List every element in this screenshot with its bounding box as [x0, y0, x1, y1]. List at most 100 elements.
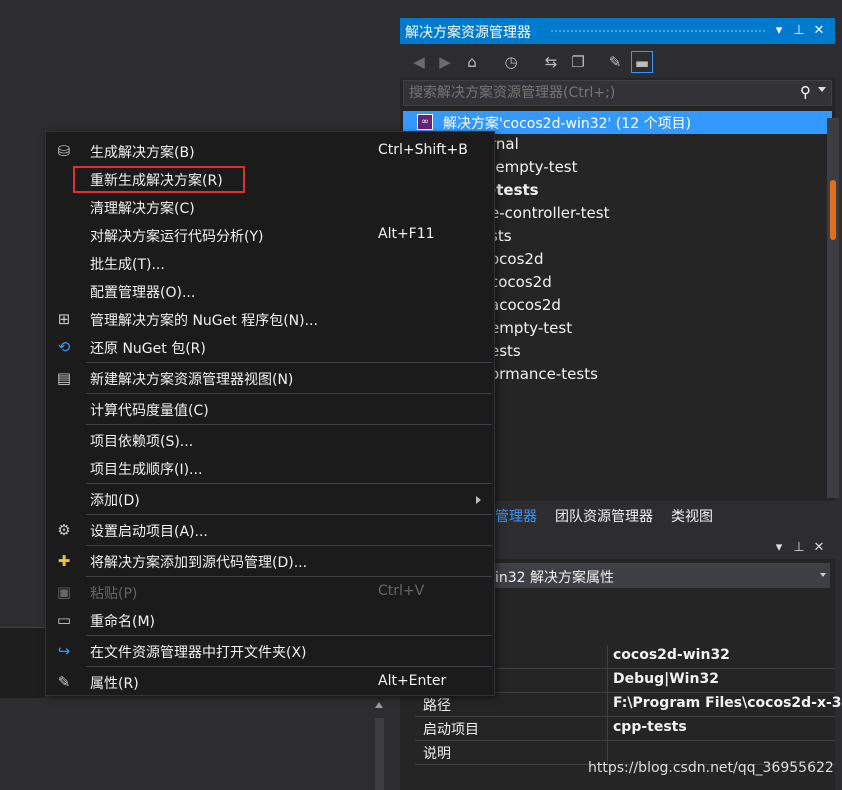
menu-item-restore-nuget[interactable]: ⟲ 还原 NuGet 包(R) [46, 333, 494, 361]
forward-icon[interactable]: ▶ [434, 51, 456, 73]
solution-search-box[interactable]: ⚲ [403, 80, 832, 106]
red-highlight-box [73, 166, 245, 193]
property-key: 说明 [423, 746, 451, 762]
menu-item-shortcut: Ctrl+Shift+B [378, 142, 468, 158]
project-item[interactable]: ocos2d [490, 250, 543, 273]
menu-item-set-startup[interactable]: ⚙ 设置启动项目(A)... [46, 516, 494, 544]
menu-separator [86, 483, 492, 484]
search-options-dropdown-icon[interactable] [818, 87, 826, 92]
menu-item-rename[interactable]: ▭ 重命名(M) [46, 606, 494, 634]
menu-item-label: 项目依赖项(S)... [90, 434, 194, 450]
scroll-up-arrow-icon[interactable] [375, 702, 383, 708]
solution-scrollbar-thumb[interactable] [830, 180, 836, 240]
solution-search-input[interactable] [407, 84, 791, 102]
close-icon[interactable]: ✕ [810, 21, 828, 41]
menu-item-label: 计算代码度量值(C) [90, 403, 209, 419]
paste-icon: ▣ [56, 583, 72, 601]
menu-item-label: 设置启动项目(A)... [90, 524, 208, 540]
solution-icon: ∞ [417, 114, 433, 130]
menu-item-label: 粘贴(P) [90, 586, 138, 602]
menu-separator [86, 424, 492, 425]
property-row[interactable]: 路径 F:\Program Files\cocos2d-x-3 [415, 693, 842, 717]
preview-toggle-icon[interactable]: ▬ [631, 51, 653, 73]
solution-context-menu: ⛁ 生成解决方案(B) Ctrl+Shift+B 重新生成解决方案(R) 清理解决方… [45, 131, 495, 696]
submenu-arrow-icon [476, 496, 481, 504]
home-icon[interactable]: ⌂ [461, 51, 483, 73]
collapse-icon[interactable]: ❐ [567, 51, 589, 73]
property-value: cpp-tests [613, 719, 687, 735]
menu-item-manage-nuget[interactable]: ⊞ 管理解决方案的 NuGet 程序包(N)... [46, 305, 494, 333]
project-item[interactable]: e-controller-test [490, 204, 609, 227]
property-value: cocos2d-win32 [613, 647, 730, 663]
project-item[interactable]: acocos2d [490, 296, 561, 319]
editor-vertical-scrollbar[interactable] [370, 698, 388, 790]
search-icon[interactable]: ⚲ [800, 83, 811, 101]
menu-item-label: 将解决方案添加到源代码管理(D)... [90, 555, 308, 571]
project-item[interactable]: empty-test [490, 319, 572, 342]
solution-explorer-toolbar: ◀ ▶ ⌂ ◷ ⇆ ❐ ✎ ▬ [400, 44, 835, 78]
menu-item-shortcut: Ctrl+V [378, 583, 425, 599]
gear-icon: ⚙ [57, 521, 71, 539]
menu-item-new-explorer-view[interactable]: ▤ 新建解决方案资源管理器视图(N) [46, 364, 494, 392]
menu-item-configuration-manager[interactable]: 配置管理器(O)... [46, 277, 494, 305]
project-item[interactable]: -empty-test [490, 158, 578, 181]
tab-team-explorer[interactable]: 团队资源管理器 [555, 506, 653, 526]
menu-item-add-source-control[interactable]: ✚ 将解决方案添加到源代码管理(D)... [46, 547, 494, 575]
tab-class-view[interactable]: 类视图 [671, 506, 713, 526]
menu-item-build-solution[interactable]: ⛁ 生成解决方案(B) Ctrl+Shift+B [46, 137, 494, 165]
title-grip [550, 29, 765, 34]
menu-item-project-dependencies[interactable]: 项目依赖项(S)... [46, 426, 494, 454]
solution-label: 解决方案'cocos2d-win32' (12 个项目) [443, 116, 692, 132]
menu-item-build-order[interactable]: 项目生成顺序(I)... [46, 454, 494, 482]
property-row[interactable]: 启动项目 cpp-tests [415, 717, 835, 741]
menu-item-label: 项目生成顺序(I)... [90, 462, 203, 478]
project-item[interactable]: cocos2d [490, 273, 552, 296]
menu-separator [86, 362, 492, 363]
solution-scrollbar-track[interactable] [827, 118, 839, 498]
open-folder-icon: ↪ [57, 642, 71, 660]
menu-item-batch-build[interactable]: 批生成(T)... [46, 249, 494, 277]
menu-item-label: 属性(R) [90, 676, 139, 692]
history-icon[interactable]: ◷ [500, 51, 522, 73]
project-item-startup[interactable]: -tests [490, 181, 539, 204]
menu-separator [86, 666, 492, 667]
chevron-down-icon[interactable] [820, 573, 826, 577]
back-icon[interactable]: ◀ [408, 51, 430, 73]
property-key: 启动项目 [423, 722, 479, 738]
menu-item-open-folder[interactable]: ↪ 在文件资源管理器中打开文件夹(X) [46, 637, 494, 665]
menu-item-label: 批生成(T)... [90, 257, 165, 273]
menu-item-paste[interactable]: ▣ 粘贴(P) Ctrl+V [46, 578, 494, 606]
new-view-icon: ▤ [56, 369, 72, 387]
menu-item-shortcut: Alt+Enter [378, 673, 447, 689]
menu-item-code-analysis[interactable]: 对解决方案运行代码分析(Y) Alt+F11 [46, 221, 494, 249]
menu-item-clean-solution[interactable]: 清理解决方案(C) [46, 193, 494, 221]
solution-explorer-titlebar: 解决方案资源管理器 ▾ ⊥ ✕ [400, 18, 835, 44]
sync-icon[interactable]: ⇆ [540, 51, 562, 73]
menu-item-label: 重命名(M) [90, 614, 156, 630]
menu-item-label: 生成解决方案(B) [90, 145, 195, 161]
menu-item-properties[interactable]: ✎ 属性(R) Alt+Enter [46, 668, 494, 696]
menu-item-label: 在文件资源管理器中打开文件夹(X) [90, 645, 307, 661]
menu-separator [86, 393, 492, 394]
properties-object-label: in32 解决方案属性 [495, 570, 615, 586]
pin-icon[interactable]: ⊥ [790, 21, 808, 41]
property-key: 路径 [423, 698, 451, 714]
menu-item-label: 清理解决方案(C) [90, 201, 195, 217]
close-icon[interactable]: ✕ [810, 538, 828, 558]
menu-separator [86, 545, 492, 546]
restore-icon: ⟲ [57, 338, 71, 356]
wrench-icon: ✎ [57, 673, 71, 691]
window-menu-dropdown-icon[interactable]: ▾ [770, 538, 788, 558]
project-item[interactable]: ormance-tests [490, 365, 598, 388]
menu-item-label: 新建解决方案资源管理器视图(N) [90, 372, 294, 388]
editor-tab-strip [0, 627, 45, 698]
wrench-icon[interactable]: ✎ [604, 51, 626, 73]
menu-item-code-metrics[interactable]: 计算代码度量值(C) [46, 395, 494, 423]
scroll-thumb[interactable] [375, 718, 384, 790]
window-menu-dropdown-icon[interactable]: ▾ [770, 21, 788, 41]
menu-item-add[interactable]: 添加(D) [46, 485, 494, 513]
tab-solution-explorer[interactable]: 管理器 [495, 506, 537, 526]
nuget-package-icon: ⊞ [57, 310, 71, 328]
pin-icon[interactable]: ⊥ [790, 538, 808, 558]
property-value: Debug|Win32 [613, 671, 719, 687]
